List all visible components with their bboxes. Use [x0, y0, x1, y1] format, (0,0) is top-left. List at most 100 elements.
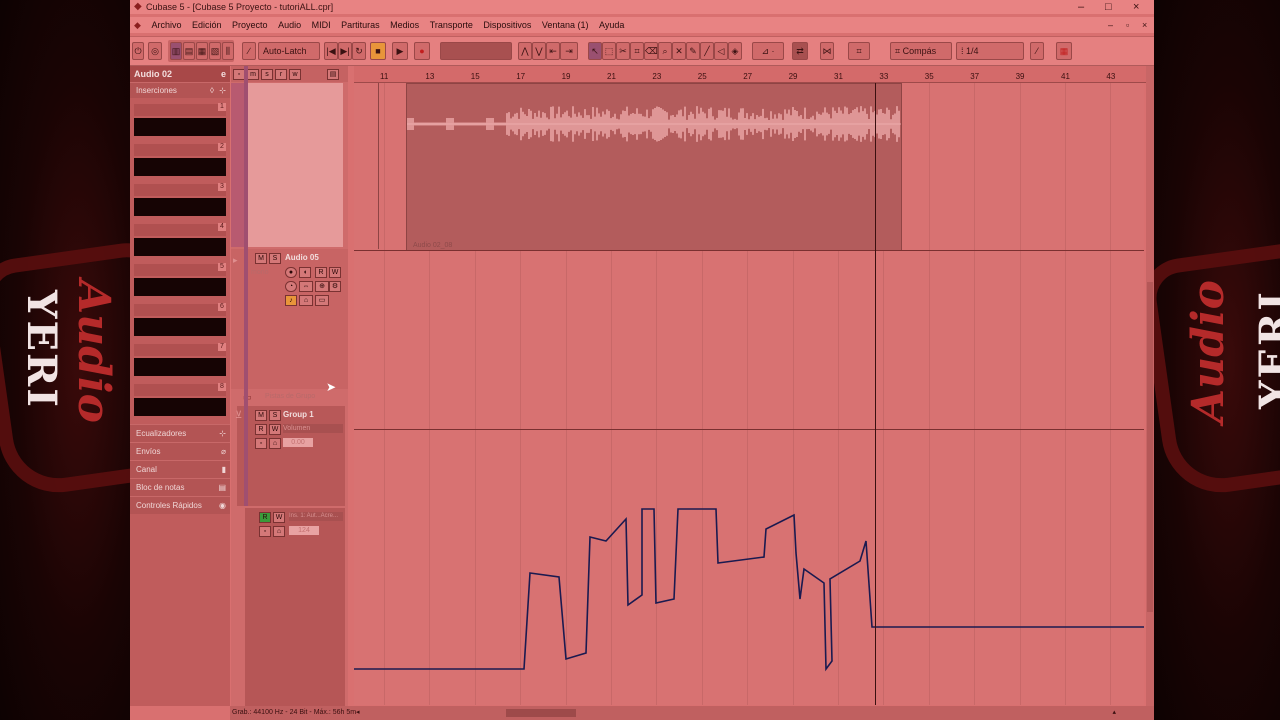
- monitor-button[interactable]: ◖: [299, 267, 311, 278]
- lane-icon[interactable]: ⇔: [299, 281, 313, 292]
- snap-mode-icon[interactable]: ⇄: [792, 42, 808, 60]
- zoom-slider-icon[interactable]: ▴: [1112, 706, 1116, 720]
- range-tool-icon[interactable]: ⬚: [602, 42, 616, 60]
- automation-lane-icon[interactable]: ▭: [315, 295, 329, 306]
- snap-on-icon[interactable]: ⌗: [848, 42, 870, 60]
- insert-slot[interactable]: 1: [130, 98, 230, 138]
- eq-section-header[interactable]: Ecualizadores ⊹: [130, 424, 230, 442]
- global-solo-icon[interactable]: s: [261, 69, 273, 80]
- read-automation-button[interactable]: R: [255, 424, 267, 435]
- channel-section-header[interactable]: Canal ▮: [130, 460, 230, 478]
- automation-parameter-select[interactable]: Ins. 1: Aut...Acre...: [289, 512, 343, 521]
- global-read-icon[interactable]: r: [275, 69, 287, 80]
- play-button[interactable]: ▶: [392, 42, 408, 60]
- mute-button[interactable]: M: [255, 253, 267, 264]
- record-button[interactable]: ●: [414, 42, 430, 60]
- lock-button[interactable]: ⌂: [269, 438, 281, 449]
- show-inspector-button[interactable]: ▥: [170, 42, 182, 60]
- freeze-icon[interactable]: ⊕: [315, 281, 329, 292]
- track-audio-02[interactable]: [247, 83, 343, 247]
- track-name[interactable]: Audio 05: [285, 253, 319, 262]
- menu-medios[interactable]: Medios: [386, 17, 423, 33]
- menu-midi[interactable]: MIDI: [308, 17, 335, 33]
- horizontal-scroll-thumb[interactable]: [506, 709, 576, 717]
- write-automation-button[interactable]: W: [329, 267, 341, 278]
- sends-toggle-icon[interactable]: ⌀: [221, 443, 226, 460]
- menu-proyecto[interactable]: Proyecto: [228, 17, 272, 33]
- folder-name[interactable]: Pistas de Grupo: [265, 393, 315, 400]
- erase-tool-icon[interactable]: ⌫: [644, 42, 658, 60]
- show-infoline-button[interactable]: ▤: [183, 42, 195, 60]
- solo-button[interactable]: S: [269, 410, 281, 421]
- show-overview-button[interactable]: ▦: [196, 42, 208, 60]
- lock-button[interactable]: ⌂: [273, 526, 285, 537]
- next-event-icon[interactable]: ⋁: [532, 42, 546, 60]
- write-automation-button[interactable]: W: [269, 424, 281, 435]
- app-menu-icon[interactable]: ◆: [130, 17, 145, 33]
- quantize-edit-icon[interactable]: ⁄: [1030, 42, 1044, 60]
- insert-slot[interactable]: 7: [130, 338, 230, 378]
- mute-button[interactable]: M: [255, 410, 267, 421]
- minimize-button[interactable]: –: [1078, 0, 1084, 14]
- grid-type-select[interactable]: ⌗ Compás: [890, 42, 952, 60]
- insert-slot[interactable]: 6: [130, 298, 230, 338]
- locate-next-icon[interactable]: ⇥: [560, 42, 578, 60]
- glue-tool-icon[interactable]: ⌗: [630, 42, 644, 60]
- auto-scroll-button[interactable]: ⊿ ·: [752, 42, 784, 60]
- color-tool-icon[interactable]: ◈: [728, 42, 742, 60]
- automation-icon[interactable]: ∕: [242, 42, 256, 60]
- menu-ventana[interactable]: Ventana (1): [538, 17, 593, 33]
- automation-value-field[interactable]: 0.00: [283, 438, 313, 447]
- prev-event-icon[interactable]: ⋀: [518, 42, 532, 60]
- notepad-section-header[interactable]: Bloc de notas ▤: [130, 478, 230, 496]
- automation-mode-select[interactable]: Auto-Latch: [258, 42, 320, 60]
- menu-archivo[interactable]: Archivo: [147, 17, 185, 33]
- eq-toggle-icon[interactable]: ⊹: [219, 425, 226, 442]
- track-controls-icon[interactable]: ▤: [327, 69, 339, 80]
- menu-dispositivos[interactable]: Dispositivos: [479, 17, 535, 33]
- insert-slot[interactable]: 2: [130, 138, 230, 178]
- menu-audio[interactable]: Audio: [274, 17, 305, 33]
- project-vertical-scrollbar[interactable]: [1146, 66, 1154, 706]
- goto-end-button[interactable]: ▶|: [338, 42, 352, 60]
- lock-icon[interactable]: ⌂: [299, 295, 313, 306]
- track-name[interactable]: Group 1: [283, 410, 314, 419]
- insert-slot[interactable]: 8: [130, 378, 230, 418]
- split-tool-icon[interactable]: ✂: [616, 42, 630, 60]
- doc-restore-button[interactable]: ▫: [1126, 17, 1129, 33]
- close-button[interactable]: ×: [1133, 0, 1139, 14]
- doc-minimize-button[interactable]: –: [1108, 17, 1113, 33]
- maximize-button[interactable]: □: [1105, 0, 1112, 14]
- menu-edicion[interactable]: Edición: [188, 17, 226, 33]
- color-palette-icon[interactable]: ▦: [1056, 42, 1072, 60]
- write-automation-button[interactable]: W: [273, 512, 285, 523]
- global-write-icon[interactable]: w: [289, 69, 301, 80]
- mute-automation-button[interactable]: ▫: [255, 438, 267, 449]
- snap-to-zero-icon[interactable]: ⋈: [820, 42, 834, 60]
- channel-config-icon[interactable]: ♪: [285, 295, 297, 306]
- activate-project-icon[interactable]: ⏻: [132, 42, 144, 60]
- read-automation-button[interactable]: R: [259, 512, 271, 523]
- mute-tool-icon[interactable]: ✕: [672, 42, 686, 60]
- goto-start-button[interactable]: |◀: [324, 42, 338, 60]
- show-mixer-button[interactable]: ⫼: [222, 42, 234, 60]
- cycle-button[interactable]: ↻: [352, 42, 366, 60]
- play-tool-icon[interactable]: ◁: [714, 42, 728, 60]
- mute-automation-button[interactable]: ▫: [259, 526, 271, 537]
- edit-icon[interactable]: ⚙: [329, 281, 341, 292]
- scroll-left-icon[interactable]: ◂: [356, 706, 360, 720]
- insert-slot[interactable]: 4: [130, 218, 230, 258]
- project-cursor[interactable]: [875, 83, 876, 705]
- vertical-scroll-thumb[interactable]: [1147, 282, 1153, 612]
- zoom-tool-icon[interactable]: ⌕: [658, 42, 672, 60]
- horizontal-scrollbar[interactable]: ◂ ▴: [356, 706, 1146, 720]
- track-group-1[interactable]: ⊻ M S Group 1 R W Volumen ▫ ⌂ 0.00: [235, 406, 345, 506]
- menu-transporte[interactable]: Transporte: [426, 17, 477, 33]
- menu-ayuda[interactable]: Ayuda: [595, 17, 628, 33]
- inserts-bypass-icon[interactable]: ◊: [210, 83, 214, 98]
- automation-parameter-select[interactable]: Volumen: [283, 424, 343, 433]
- expand-track-icon[interactable]: ▸: [233, 255, 238, 266]
- quick-controls-section-header[interactable]: Controles Rápidos ◉: [130, 496, 230, 514]
- automation-value-field[interactable]: 124: [289, 526, 319, 535]
- solo-button[interactable]: S: [269, 253, 281, 264]
